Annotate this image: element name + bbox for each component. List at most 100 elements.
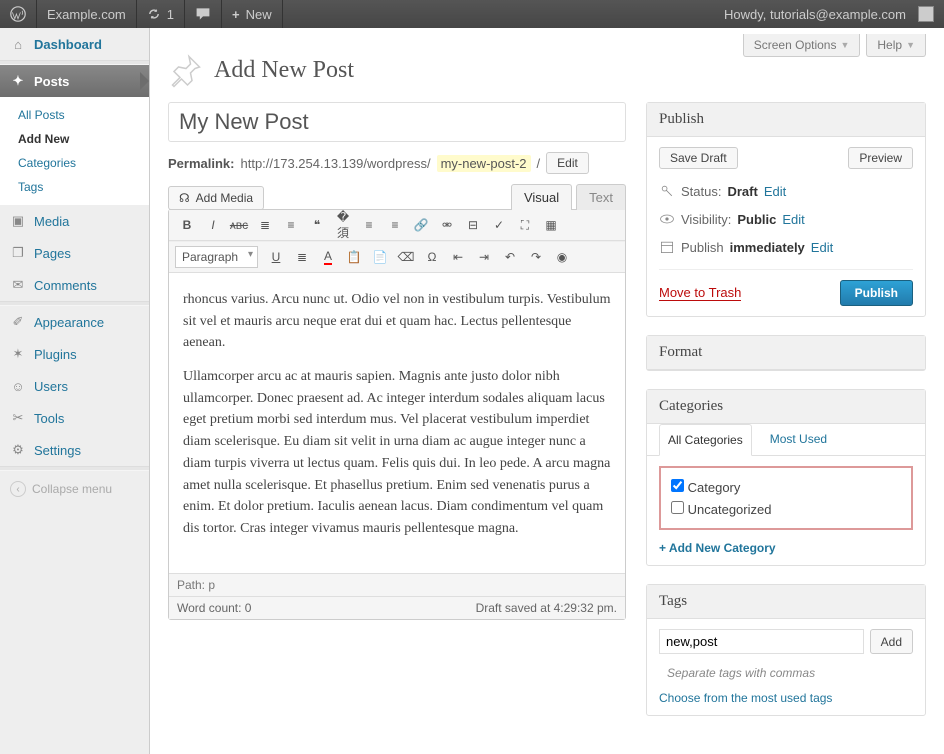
align-center-button[interactable]: ≡ xyxy=(357,214,381,236)
menu-label: Pages xyxy=(34,246,71,261)
menu-pages[interactable]: ❐Pages xyxy=(0,237,149,269)
permalink-label: Permalink: xyxy=(168,156,234,171)
category-checkbox[interactable] xyxy=(671,501,684,514)
paste-text-button[interactable]: 📋 xyxy=(342,246,366,268)
tab-visual[interactable]: Visual xyxy=(511,184,572,210)
menu-label: Tools xyxy=(34,411,64,426)
site-name[interactable]: Example.com xyxy=(37,0,137,28)
screen-options-button[interactable]: Screen Options▼ xyxy=(743,34,861,57)
outdent-button[interactable]: ⇤ xyxy=(446,246,470,268)
ul-button[interactable]: ≣ xyxy=(253,214,277,236)
tag-input[interactable] xyxy=(659,629,864,654)
users-icon: ☺ xyxy=(10,378,26,394)
permalink-slug[interactable]: my-new-post-2 xyxy=(437,155,531,172)
paste-word-button[interactable]: 📄 xyxy=(368,246,392,268)
menu-dashboard[interactable]: ⌂ Dashboard xyxy=(0,28,149,60)
menu-label: Plugins xyxy=(34,347,77,362)
underline-button[interactable]: U xyxy=(264,246,288,268)
clear-format-button[interactable]: ⌫ xyxy=(394,246,418,268)
menu-label: Media xyxy=(34,214,69,229)
menu-settings[interactable]: ⚙Settings xyxy=(0,434,149,466)
category-item[interactable]: Category xyxy=(671,476,901,498)
sub-add-new[interactable]: Add New xyxy=(12,127,149,151)
charmap-button[interactable]: Ω xyxy=(420,246,444,268)
my-account[interactable]: Howdy, tutorials@example.com xyxy=(714,0,944,28)
textcolor-button[interactable]: A xyxy=(316,246,340,268)
align-right-button[interactable]: ≡ xyxy=(383,214,407,236)
unlink-button[interactable]: ⚮ xyxy=(435,214,459,236)
move-to-trash-link[interactable]: Move to Trash xyxy=(659,285,741,301)
publish-heading: Publish xyxy=(647,103,925,137)
admin-sidebar: ⌂ Dashboard ✦ Posts All Posts Add New Ca… xyxy=(0,28,150,754)
tools-icon: ✂ xyxy=(10,410,26,426)
tab-text[interactable]: Text xyxy=(576,184,626,210)
editor: B I ᴀʙᴄ ≣ ≡ ❝ �須 ≡ ≡ 🔗 ⚮ ⊟ ✓ ⛶ xyxy=(168,209,626,620)
sub-tags[interactable]: Tags xyxy=(12,175,149,199)
cat-tab-most-used[interactable]: Most Used xyxy=(762,424,835,455)
edit-slug-button[interactable]: Edit xyxy=(546,152,589,174)
bold-button[interactable]: B xyxy=(175,214,199,236)
quote-button[interactable]: ❝ xyxy=(305,214,329,236)
pin-icon: ✦ xyxy=(10,73,26,89)
add-new-category-link[interactable]: + Add New Category xyxy=(659,541,776,555)
strike-button[interactable]: ᴀʙᴄ xyxy=(227,214,251,236)
media-icon: ▣ xyxy=(10,213,26,229)
ol-button[interactable]: ≡ xyxy=(279,214,303,236)
help-icon-button[interactable]: ◉ xyxy=(550,246,574,268)
format-select[interactable]: Paragraph xyxy=(175,246,258,268)
link-button[interactable]: 🔗 xyxy=(409,214,433,236)
edit-status-link[interactable]: Edit xyxy=(764,184,786,199)
comments-bubble[interactable] xyxy=(185,0,222,28)
menu-comments[interactable]: ✉Comments xyxy=(0,269,149,301)
menu-appearance[interactable]: ✐Appearance xyxy=(0,306,149,338)
menu-posts[interactable]: ✦ Posts xyxy=(0,65,149,97)
editor-content[interactable]: rhoncus varius. Arcu nunc ut. Odio vel n… xyxy=(169,273,625,573)
category-checkbox[interactable] xyxy=(671,479,684,492)
help-button[interactable]: Help▼ xyxy=(866,34,926,57)
menu-media[interactable]: ▣ Media xyxy=(0,205,149,237)
align-left-button[interactable]: �須 xyxy=(331,214,355,236)
menu-label: Comments xyxy=(34,278,97,293)
toolbar-row-1: B I ᴀʙᴄ ≣ ≡ ❝ �須 ≡ ≡ 🔗 ⚮ ⊟ ✓ ⛶ xyxy=(169,210,625,241)
updates[interactable]: 1 xyxy=(137,0,185,28)
more-button[interactable]: ⊟ xyxy=(461,214,485,236)
new-content[interactable]: + New xyxy=(222,0,283,28)
publish-button[interactable]: Publish xyxy=(840,280,913,306)
redo-button[interactable]: ↷ xyxy=(524,246,548,268)
main-content: Screen Options▼ Help▼ Add New Post Perma… xyxy=(150,28,944,754)
save-draft-button[interactable]: Save Draft xyxy=(659,147,738,169)
tags-hint: Separate tags with commas xyxy=(659,664,913,690)
editor-path: Path: p xyxy=(169,573,625,596)
menu-label: Posts xyxy=(34,74,69,89)
add-media-button[interactable]: ☊ Add Media xyxy=(168,186,264,210)
menu-tools[interactable]: ✂ Tools xyxy=(0,402,149,434)
post-title-input[interactable] xyxy=(168,102,626,142)
menu-plugins[interactable]: ✶Plugins xyxy=(0,338,149,370)
pushpin-icon xyxy=(168,52,204,88)
undo-button[interactable]: ↶ xyxy=(498,246,522,268)
collapse-menu[interactable]: ‹ Collapse menu xyxy=(0,471,149,507)
collapse-icon: ‹ xyxy=(10,481,26,497)
chevron-down-icon: ▼ xyxy=(906,40,915,50)
italic-button[interactable]: I xyxy=(201,214,225,236)
menu-users[interactable]: ☺Users xyxy=(0,370,149,402)
fullscreen-button[interactable]: ⛶ xyxy=(513,214,537,236)
permalink-base: http://173.254.13.139/wordpress/ xyxy=(240,156,430,171)
preview-button[interactable]: Preview xyxy=(848,147,913,169)
tags-box: Tags Add Separate tags with commas Choos… xyxy=(646,584,926,716)
add-tag-button[interactable]: Add xyxy=(870,629,913,654)
justify-button[interactable]: ≣ xyxy=(290,246,314,268)
kitchensink-button[interactable]: ▦ xyxy=(539,214,563,236)
spell-button[interactable]: ✓ xyxy=(487,214,511,236)
sub-categories[interactable]: Categories xyxy=(12,151,149,175)
wordpress-icon xyxy=(10,6,26,22)
sub-all-posts[interactable]: All Posts xyxy=(12,103,149,127)
cat-tab-all[interactable]: All Categories xyxy=(659,424,752,456)
edit-schedule-link[interactable]: Edit xyxy=(811,240,833,255)
wp-logo[interactable] xyxy=(0,0,37,28)
edit-visibility-link[interactable]: Edit xyxy=(782,212,804,227)
category-item[interactable]: Uncategorized xyxy=(671,498,901,520)
indent-button[interactable]: ⇥ xyxy=(472,246,496,268)
editor-footer: Word count: 0 Draft saved at 4:29:32 pm. xyxy=(169,596,625,619)
choose-tags-link[interactable]: Choose from the most used tags xyxy=(659,691,832,705)
